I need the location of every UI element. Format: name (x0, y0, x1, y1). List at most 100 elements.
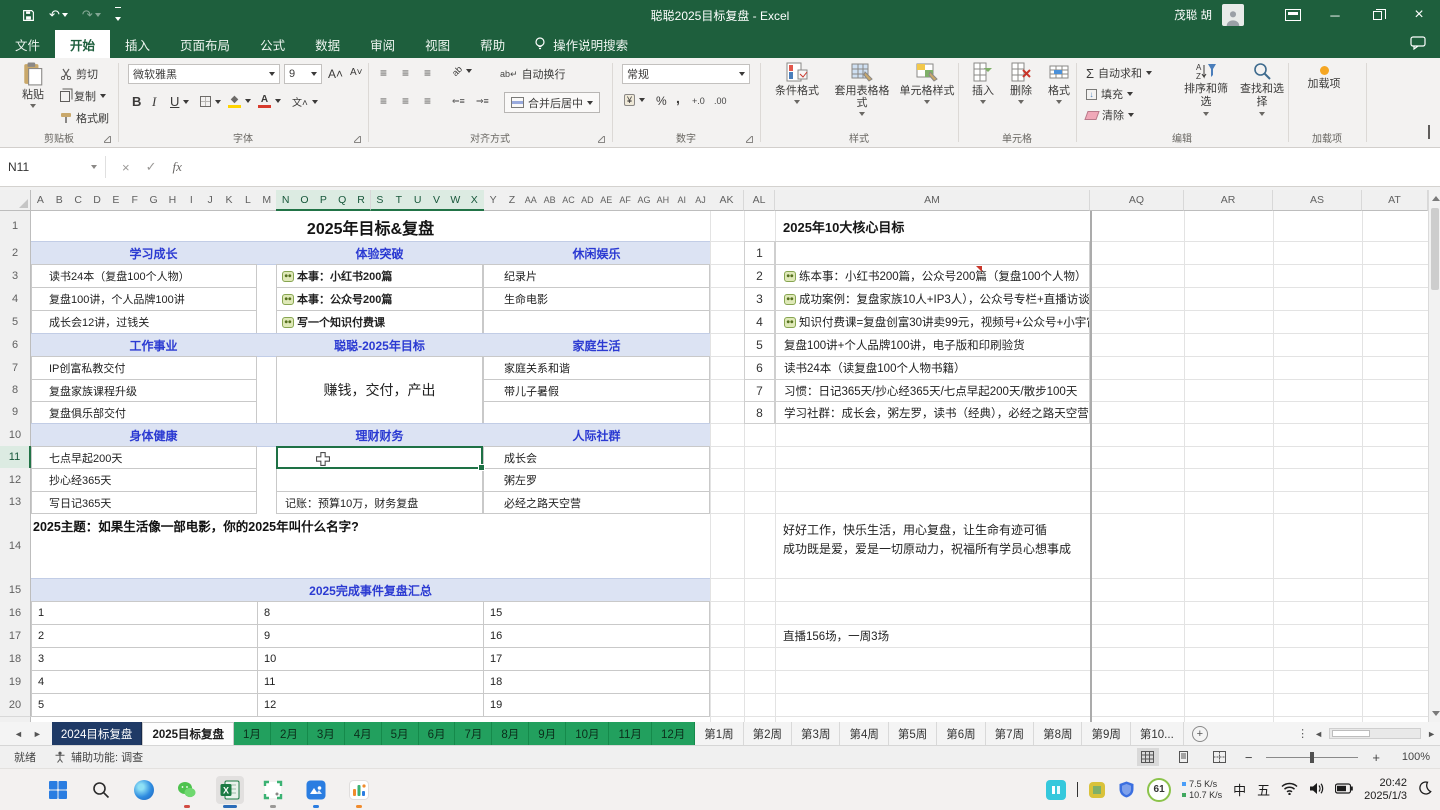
undo-button[interactable]: ↶ (49, 7, 68, 23)
sheet-tab-11月[interactable]: 11月 (609, 722, 651, 745)
tray-expand-button[interactable] (1077, 783, 1078, 797)
column-header-AB[interactable]: AB (540, 190, 560, 211)
security-shield-icon[interactable] (1116, 780, 1136, 800)
summary-cell[interactable]: 4 (31, 670, 258, 694)
sheet-tab-第10...[interactable]: 第10... (1131, 722, 1184, 745)
clipboard-dialog-launcher[interactable] (104, 136, 111, 143)
font-dialog-launcher[interactable] (354, 136, 361, 143)
tray-app-icon[interactable] (1089, 782, 1105, 798)
sheet-tab-6月[interactable]: 6月 (419, 722, 456, 745)
sheet-tab-8月[interactable]: 8月 (492, 722, 529, 745)
column-header-G[interactable]: G (144, 190, 164, 211)
underline-button[interactable]: U (170, 94, 189, 109)
column-header-B[interactable]: B (50, 190, 70, 211)
summary-cell[interactable]: 5 (31, 693, 258, 717)
tab-insert[interactable]: 插入 (110, 30, 165, 58)
cell[interactable]: 读书24本（复盘100个人物） (31, 264, 257, 288)
sheet-tab-2月[interactable]: 2月 (271, 722, 308, 745)
row-header-11[interactable]: 11 (0, 446, 31, 469)
cell[interactable]: 生命电影 (483, 287, 710, 311)
row-header-6[interactable]: 6 (0, 333, 31, 357)
row-header-10[interactable]: 10 (0, 423, 31, 447)
column-header-AH[interactable]: AH (653, 190, 673, 211)
cell[interactable]: 本事：小红书200篇 (276, 264, 483, 288)
sheet-tab-9月[interactable]: 9月 (529, 722, 566, 745)
summary-cell[interactable]: 1 (31, 601, 258, 625)
zoom-slider-thumb[interactable] (1310, 752, 1314, 763)
column-header-AJ[interactable]: AJ (691, 190, 711, 211)
zoom-slider[interactable] (1266, 757, 1358, 758)
cell-header-leisure[interactable]: 休闲娱乐 (483, 242, 710, 264)
tab-data[interactable]: 数据 (300, 30, 355, 58)
column-header-M[interactable]: M (257, 190, 277, 211)
scroll-up-arrow-icon[interactable] (1432, 196, 1440, 201)
column-header-AF[interactable]: AF (616, 190, 636, 211)
sheet-tab-第7周[interactable]: 第7周 (986, 722, 1034, 745)
tab-view[interactable]: 视图 (410, 30, 465, 58)
tab-review[interactable]: 审阅 (355, 30, 410, 58)
column-header-J[interactable]: J (201, 190, 221, 211)
decrease-decimal-button[interactable]: .00 (714, 96, 727, 106)
column-header-AG[interactable]: AG (635, 190, 655, 211)
summary-cell[interactable]: 3 (31, 647, 258, 671)
percent-style-button[interactable]: % (656, 94, 667, 108)
cell-header-finance[interactable]: 理财财务 (276, 424, 483, 446)
row-header-18[interactable]: 18 (0, 647, 31, 671)
zoom-in-button[interactable]: + (1372, 750, 1380, 765)
cell[interactable]: 粥左罗 (483, 468, 710, 492)
summary-cell[interactable]: 8 (257, 601, 484, 625)
excel-taskbar-button[interactable]: X (216, 776, 244, 804)
accounting-format-button[interactable]: ¥ (624, 94, 645, 106)
cell[interactable]: 复盘家族课程升级 (31, 379, 257, 402)
row-header-19[interactable]: 19 (0, 670, 31, 694)
sheet-tab-第1周[interactable]: 第1周 (695, 722, 743, 745)
column-header-D[interactable]: D (88, 190, 108, 211)
enter-button[interactable]: ✓ (146, 159, 157, 175)
al-number-cell[interactable]: 7 (744, 379, 775, 402)
format-painter-button[interactable]: 格式刷 (60, 110, 109, 126)
bold-button[interactable]: B (132, 94, 141, 109)
cell-header-experience[interactable]: 体验突破 (276, 242, 483, 264)
shrink-font-button[interactable]: A˅ (350, 67, 363, 78)
night-mode-moon-icon[interactable] (1418, 781, 1432, 798)
cell-header-health[interactable]: 身体健康 (31, 424, 276, 446)
edge-browser-button[interactable] (130, 776, 158, 804)
merge-center-button[interactable]: 合并后居中 (504, 92, 600, 113)
tab-page-layout[interactable]: 页面布局 (165, 30, 245, 58)
column-header-V[interactable]: V (427, 190, 447, 211)
row-header-7[interactable]: 7 (0, 356, 31, 380)
cell[interactable] (483, 310, 710, 334)
sheet-tab-4月[interactable]: 4月 (345, 722, 382, 745)
new-sheet-button[interactable]: + (1192, 726, 1208, 742)
avatar[interactable] (1222, 4, 1244, 26)
cell-header-career[interactable]: 工作事业 (31, 334, 276, 356)
column-header-F[interactable]: F (125, 190, 145, 211)
column-header-N[interactable]: N (276, 190, 296, 211)
sort-filter-button[interactable]: AZ 排序和筛选 (1180, 62, 1232, 116)
cell[interactable]: 成长会12讲，过钱关 (31, 310, 257, 334)
row-header-9[interactable]: 9 (0, 401, 31, 424)
cell[interactable]: 抄心经365天 (31, 468, 257, 492)
sheet-tab-第5周[interactable]: 第5周 (889, 722, 937, 745)
restore-button[interactable] (1356, 0, 1398, 30)
page-break-view-button[interactable] (1209, 748, 1231, 766)
row-header-14[interactable]: 14 (0, 513, 31, 579)
italic-button[interactable]: I (152, 94, 156, 110)
summary-cell[interactable]: 15 (483, 601, 710, 625)
column-header-I[interactable]: I (182, 190, 202, 211)
align-bottom-button[interactable]: ≡ (424, 66, 430, 80)
format-cells-button[interactable]: 格式 (1042, 62, 1076, 104)
cell-header-family[interactable]: 家庭生活 (483, 334, 710, 356)
row-header-20[interactable]: 20 (0, 693, 31, 717)
cell-styles-button[interactable]: 单元格样式 (898, 62, 956, 104)
am-text-cell[interactable]: 习惯：日记365天/抄心经365天/七点早起200天/散步100天 (775, 379, 1090, 402)
column-header-AK[interactable]: AK (710, 190, 744, 211)
cancel-button[interactable]: × (122, 160, 130, 175)
wechat-button[interactable] (173, 776, 201, 804)
al-number-cell[interactable]: 8 (744, 401, 775, 424)
column-header-H[interactable]: H (163, 190, 183, 211)
summary-cell[interactable]: 12 (257, 693, 484, 717)
redo-button[interactable]: ↷ (82, 7, 101, 23)
cell-main-title[interactable]: 2025年目标&复盘 (31, 211, 710, 242)
cell-header-study[interactable]: 学习成长 (31, 242, 276, 264)
